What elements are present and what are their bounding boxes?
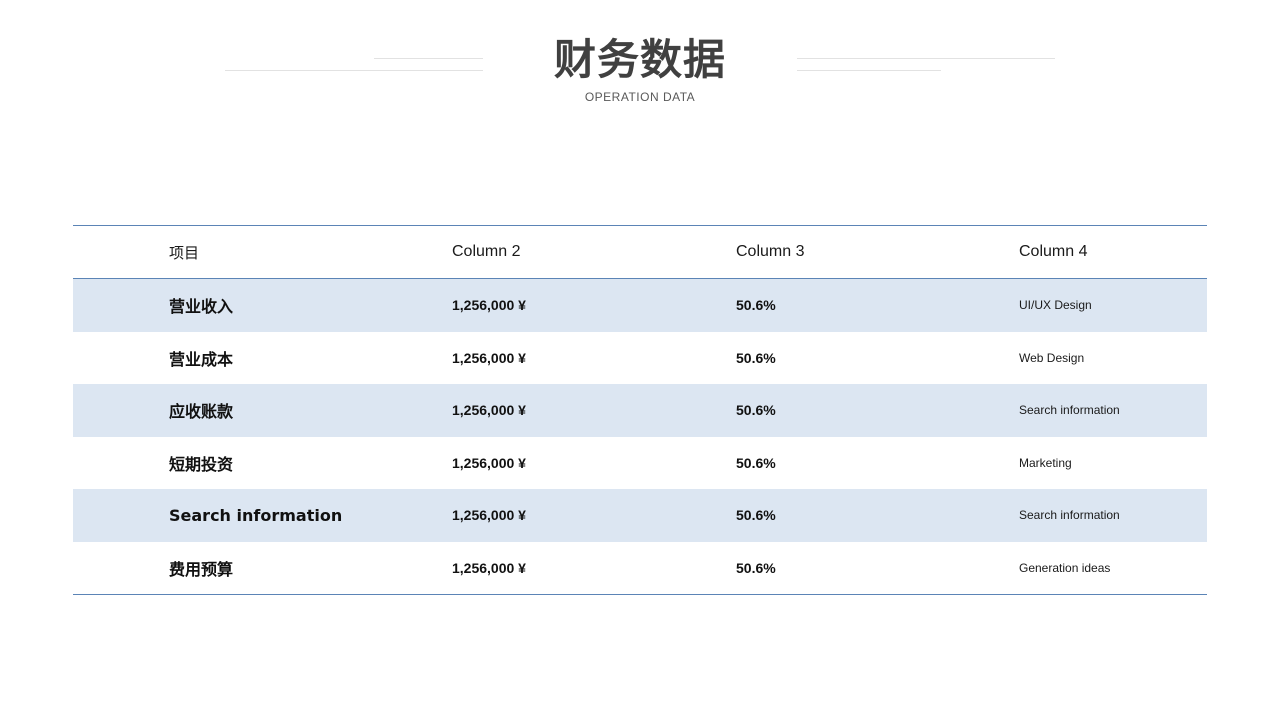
header-cell-column-4: Column 4 — [1019, 243, 1088, 260]
row-label: 应收账款 — [169, 402, 234, 422]
table-row: 营业成本 1,256,000 ¥ 50.6% Web Design — [73, 332, 1207, 385]
table-row: 短期投资 1,256,000 ¥ 50.6% Marketing — [73, 437, 1207, 490]
table-row: Search information 1,256,000 ¥ 50.6% Sea… — [73, 489, 1207, 542]
header-cell-column-2: Column 2 — [452, 243, 521, 260]
row-percentage: 50.6% — [736, 297, 776, 314]
row-note: Web Design — [1019, 350, 1085, 365]
row-percentage: 50.6% — [736, 454, 776, 471]
row-note: Marketing — [1019, 455, 1072, 470]
row-percentage: 50.6% — [736, 507, 776, 524]
table-body: 营业收入 1,256,000 ¥ 50.6% UI/UX Design 营业成本… — [73, 279, 1207, 594]
financial-data-table: 项目 Column 2 Column 3 Column 4 营业收入 1,256… — [73, 225, 1207, 595]
page-title: 财务数据 — [553, 35, 726, 84]
table-header-row: 项目 Column 2 Column 3 Column 4 — [73, 226, 1207, 279]
row-label: 费用预算 — [169, 559, 234, 579]
header-cell-column-3: Column 3 — [736, 243, 805, 260]
row-amount: 1,256,000 ¥ — [452, 454, 526, 471]
table-row: 费用预算 1,256,000 ¥ 50.6% Generation ideas — [73, 542, 1207, 595]
row-note: Generation ideas — [1019, 560, 1111, 575]
row-amount: 1,256,000 ¥ — [452, 349, 526, 366]
row-note: Search information — [1019, 403, 1120, 418]
page-subtitle: OPERATION DATA — [584, 90, 696, 104]
row-amount: 1,256,000 ¥ — [452, 402, 526, 419]
row-percentage: 50.6% — [736, 349, 776, 366]
row-note: UI/UX Design — [1019, 298, 1092, 313]
row-label: 营业收入 — [169, 297, 234, 317]
row-amount: 1,256,000 ¥ — [452, 507, 526, 524]
row-label: 营业成本 — [169, 349, 234, 369]
row-percentage: 50.6% — [736, 402, 776, 419]
row-amount: 1,256,000 ¥ — [452, 559, 526, 576]
row-label: 短期投资 — [169, 454, 234, 474]
row-percentage: 50.6% — [736, 559, 776, 576]
row-amount: 1,256,000 ¥ — [452, 297, 526, 314]
row-label: Search information — [169, 505, 343, 525]
header-cell-item: 项目 — [169, 243, 200, 262]
table-row: 应收账款 1,256,000 ¥ 50.6% Search informatio… — [73, 384, 1207, 437]
row-note: Search information — [1019, 508, 1120, 523]
table-row: 营业收入 1,256,000 ¥ 50.6% UI/UX Design — [73, 279, 1207, 332]
